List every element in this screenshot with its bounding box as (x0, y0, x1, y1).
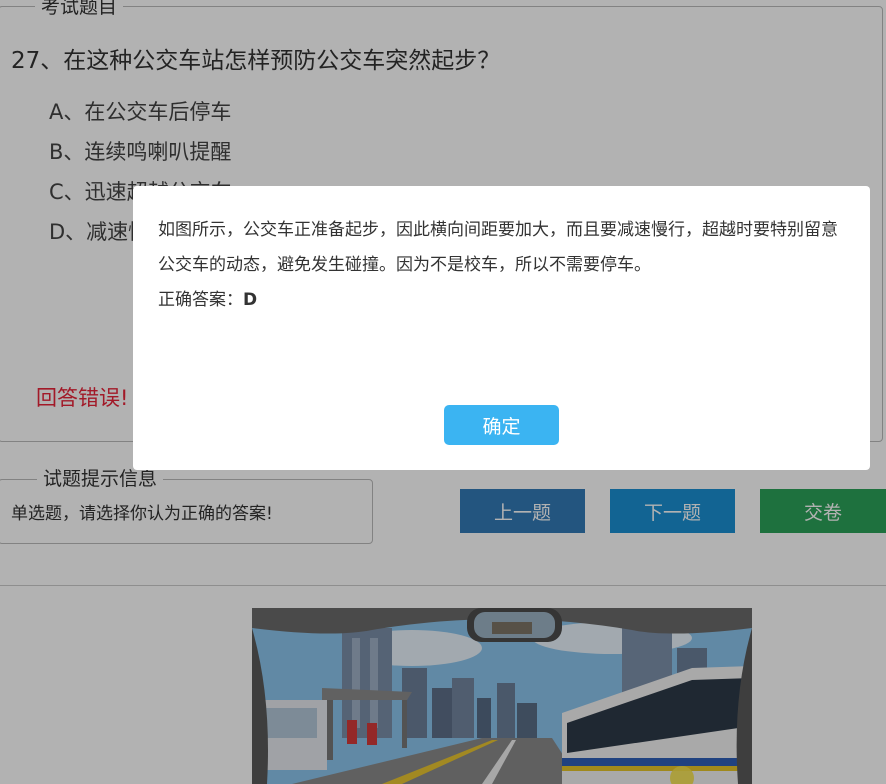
exam-page: 考试题目 27、在这种公交车站怎样预防公交车突然起步？ A、在公交车后停车 B、… (0, 0, 886, 784)
answer-explanation: 如图所示，公交车正准备起步，因此横向间距要加大，而且要减速慢行，超越时要特别留意… (158, 220, 838, 275)
correct-answer-value: D (243, 290, 258, 310)
correct-answer-label: 正确答案： (158, 290, 243, 310)
answer-dialog: 如图所示，公交车正准备起步，因此横向间距要加大，而且要减速慢行，超越时要特别留意… (133, 186, 870, 470)
correct-answer: 正确答案：D (158, 285, 257, 310)
confirm-button[interactable]: 确定 (444, 405, 559, 445)
